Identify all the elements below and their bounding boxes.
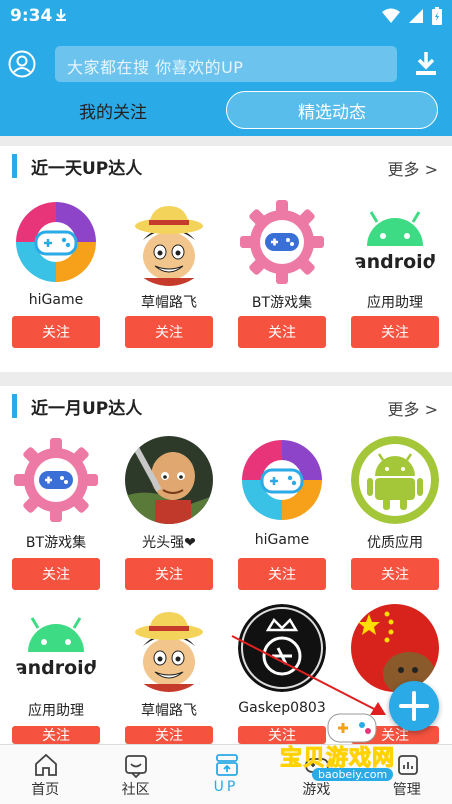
up-card: android 应用助理 关注 [0, 604, 112, 744]
follow-button[interactable]: 关注 [238, 558, 326, 590]
nav-up[interactable]: UP [181, 745, 271, 804]
follow-button[interactable]: 关注 [12, 316, 100, 348]
follow-button[interactable]: 关注 [125, 558, 213, 590]
avatar[interactable] [238, 198, 326, 286]
follow-button[interactable]: 关注 [351, 316, 439, 348]
follow-button[interactable]: 关注 [351, 558, 439, 590]
nav-home[interactable]: 首页 [0, 745, 90, 804]
up-name: 应用助理 [28, 703, 84, 719]
app-header: 大家都在搜 你喜欢的UP 我的关注 精选动态 [0, 32, 452, 136]
bt-game-gear-icon [238, 198, 326, 286]
status-icons [382, 7, 442, 25]
avatar[interactable] [238, 436, 326, 524]
android-logo-icon: android [351, 198, 439, 286]
section-marker [12, 394, 17, 418]
avatar[interactable]: android [351, 198, 439, 286]
up-icon [215, 754, 238, 776]
avatar[interactable] [351, 604, 439, 692]
up-card: BT游戏集 关注 [226, 198, 338, 368]
up-name: hiGame [28, 292, 84, 308]
avatar[interactable] [125, 604, 213, 692]
crown-badge-image [238, 604, 326, 692]
svg-text:android: android [15, 657, 98, 679]
straw-hat-luffy-image [125, 604, 213, 692]
flag-bear-image [351, 604, 439, 692]
up-card: 优质应用 关注 [339, 436, 451, 606]
android-circle-icon [351, 436, 439, 524]
bald-strong-cartoon-image [125, 436, 213, 524]
search-placeholder: 大家都在搜 你喜欢的UP [67, 58, 244, 77]
section-day-up: 近一天UP达人 更多 > hiGame 关注 草帽路飞 关注 BT游戏集 关注 … [0, 146, 452, 372]
higame-logo-icon [240, 438, 324, 522]
search-input[interactable]: 大家都在搜 你喜欢的UP [55, 46, 397, 82]
home-icon [35, 753, 57, 776]
status-bar: 9:34 [0, 0, 452, 32]
section-month-up: 近一月UP达人 更多 > BT游戏集 关注 光头强❤ 关注 hiGame 关注 … [0, 386, 452, 744]
straw-hat-luffy-image [125, 198, 213, 286]
android-logo-icon: android [12, 604, 100, 692]
nav-community-label: 社区 [121, 782, 150, 798]
section-marker [12, 154, 17, 178]
up-name: 应用助理 [367, 295, 423, 311]
nav-community[interactable]: 社区 [90, 745, 180, 804]
up-name: 草帽路飞 [141, 703, 197, 719]
avatar[interactable] [12, 198, 100, 286]
tab-my-follow[interactable]: 我的关注 [20, 91, 206, 129]
follow-button[interactable]: 关注 [125, 726, 213, 744]
up-card: hiGame 关注 [0, 198, 112, 368]
more-link[interactable]: 更多 > [388, 396, 439, 420]
wifi-icon [382, 8, 400, 23]
up-card: 光头强❤ 关注 [113, 436, 225, 606]
up-name: BT游戏集 [251, 295, 313, 311]
up-card: 草帽路飞 关注 [113, 604, 225, 744]
up-name: hiGame [254, 532, 310, 548]
watermark-url: baobeiy.com [312, 768, 394, 781]
battery-icon [432, 7, 442, 25]
follow-button[interactable]: 关注 [125, 316, 213, 348]
user-profile-icon[interactable] [8, 50, 36, 78]
signal-icon [409, 9, 423, 23]
avatar[interactable] [351, 436, 439, 524]
svg-text:android: android [354, 251, 437, 273]
up-name: BT游戏集 [25, 535, 87, 551]
section-title-text: 近一天UP达人 [31, 158, 143, 179]
up-name: 光头强❤ [142, 535, 196, 551]
status-time: 9:34 [10, 6, 53, 26]
section-title: 近一天UP达人 [12, 154, 143, 179]
more-link[interactable]: 更多 > [388, 156, 439, 180]
follow-button[interactable]: 关注 [12, 558, 100, 590]
section-title: 近一月UP达人 [12, 394, 143, 419]
avatar[interactable] [12, 436, 100, 524]
up-card: BT游戏集 关注 [0, 436, 112, 606]
nav-home-label: 首页 [31, 782, 60, 798]
avatar[interactable] [238, 604, 326, 692]
watermark-logo: 宝贝游戏网 baobeiy.com [278, 700, 428, 804]
avatar[interactable] [125, 436, 213, 524]
follow-button[interactable]: 关注 [12, 726, 100, 744]
follow-button[interactable]: 关注 [238, 316, 326, 348]
avatar[interactable] [125, 198, 213, 286]
tab-featured[interactable]: 精选动态 [226, 91, 438, 129]
section-title-text: 近一月UP达人 [31, 398, 143, 419]
up-name: 草帽路飞 [141, 295, 197, 311]
download-notification-icon [56, 9, 66, 21]
up-card: 草帽路飞 关注 [113, 198, 225, 368]
download-icon[interactable] [414, 50, 438, 78]
avatar[interactable]: android [12, 604, 100, 692]
up-name: 优质应用 [367, 535, 423, 551]
nav-up-label: UP [213, 779, 239, 795]
higame-logo-icon [14, 200, 98, 284]
bt-game-gear-icon [12, 436, 100, 524]
up-card: android 应用助理 关注 [339, 198, 451, 368]
community-icon [125, 755, 148, 778]
up-card: hiGame 关注 [226, 436, 338, 606]
